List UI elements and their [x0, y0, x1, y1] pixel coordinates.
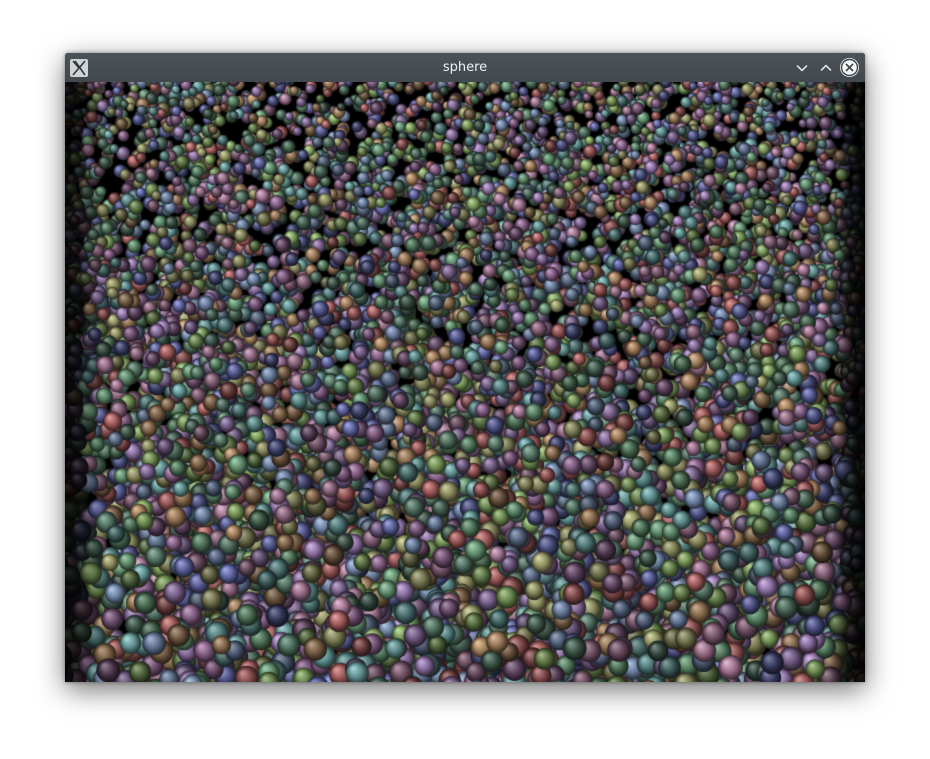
close-icon — [840, 58, 859, 77]
maximize-button[interactable] — [816, 58, 836, 78]
chevron-down-icon — [796, 64, 808, 72]
window-title: sphere — [442, 60, 488, 75]
title-bar[interactable]: sphere — [65, 53, 865, 82]
sphere-render-canvas[interactable] — [65, 82, 865, 682]
close-button[interactable] — [840, 58, 859, 77]
chevron-up-icon — [820, 64, 832, 72]
render-viewport[interactable] — [65, 82, 865, 682]
minimize-button[interactable] — [792, 58, 812, 78]
application-window: sphere — [65, 53, 865, 682]
